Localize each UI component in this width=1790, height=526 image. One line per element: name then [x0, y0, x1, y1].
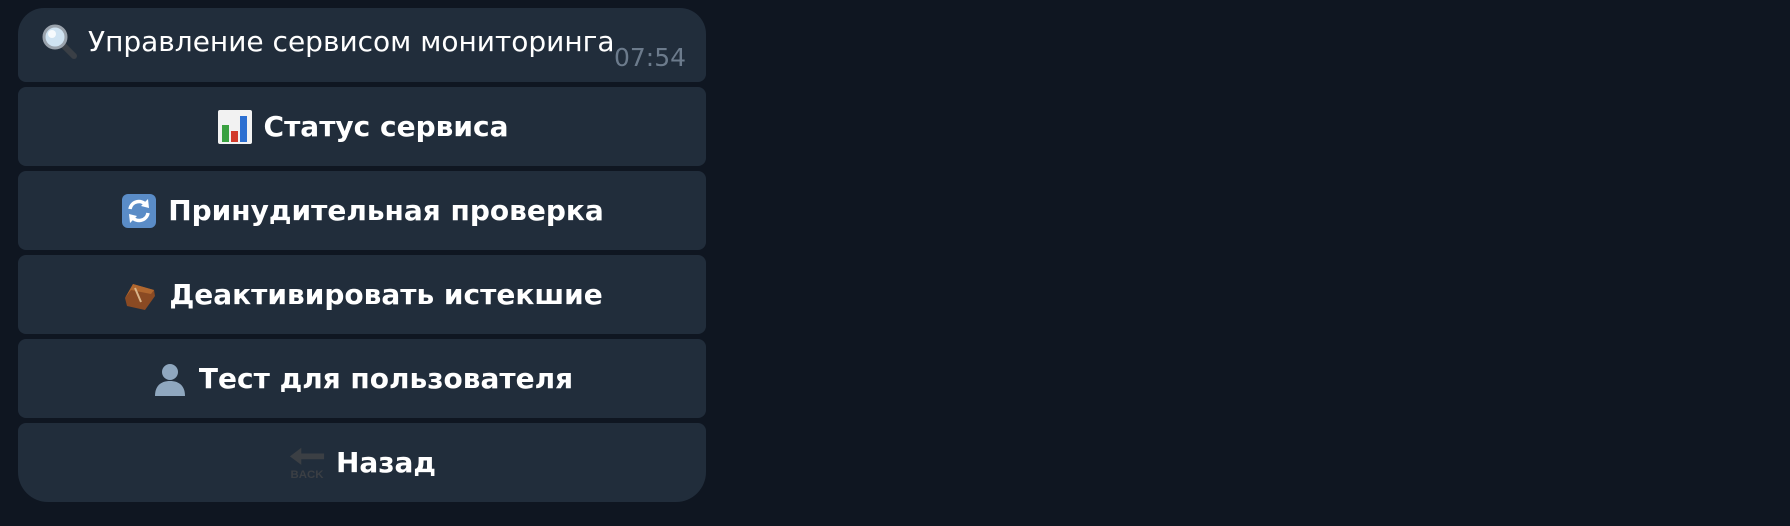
force-check-label: Принудительная проверка — [168, 194, 604, 227]
message-time: 07:54 — [613, 43, 686, 72]
deactivate-expired-button[interactable]: Деактивировать истекшие — [18, 255, 706, 334]
user-test-button[interactable]: Тест для пользователя — [18, 339, 706, 418]
message-bubble: Управление сервисом мониторинга 07:54 — [18, 8, 706, 82]
back-label: Назад — [335, 446, 437, 479]
message-group: Управление сервисом мониторинга 07:54 Ст… — [18, 8, 706, 502]
back-button[interactable]: BACK Назад — [18, 423, 706, 502]
back-arrow-icon: BACK — [288, 444, 326, 482]
message-text: Управление сервисом мониторинга — [88, 24, 615, 58]
force-check-button[interactable]: Принудительная проверка — [18, 171, 706, 250]
magnifier-icon — [40, 22, 78, 60]
status-service-button[interactable]: Статус сервиса — [18, 87, 706, 166]
bar-chart-icon — [216, 108, 254, 146]
chat-area: Управление сервисом мониторинга 07:54 Ст… — [0, 0, 1790, 526]
deactivate-expired-label: Деактивировать истекшие — [169, 278, 603, 311]
status-service-label: Статус сервиса — [263, 110, 509, 143]
user-test-label: Тест для пользователя — [198, 362, 574, 395]
user-silhouette-icon — [151, 360, 189, 398]
coffin-icon — [121, 276, 159, 314]
back-icon-text: BACK — [290, 469, 324, 481]
refresh-icon — [120, 192, 158, 230]
